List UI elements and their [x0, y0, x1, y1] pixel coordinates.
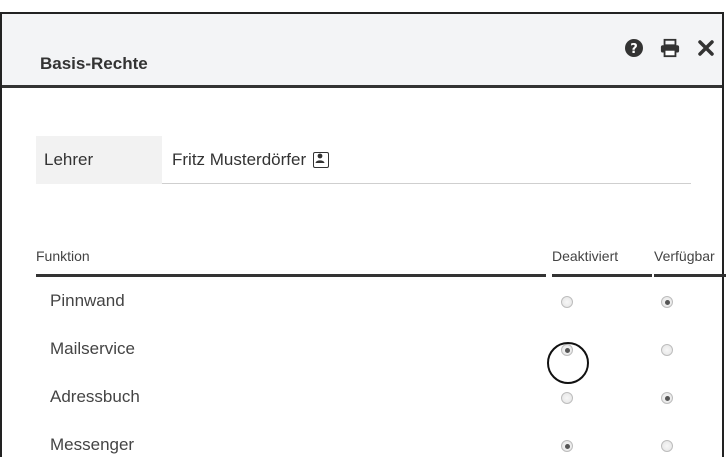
- teacher-row: Lehrer Fritz Musterdörfer: [36, 136, 691, 184]
- teacher-name: Fritz Musterdörfer: [172, 149, 307, 169]
- highlight-annotation-circle: [547, 342, 589, 384]
- header-available: Verfügbar: [654, 248, 726, 277]
- row-label-adressbuch: Adressbuch: [50, 387, 140, 406]
- close-icon[interactable]: [696, 38, 716, 58]
- teacher-label: Lehrer: [36, 136, 162, 184]
- table-row: Mailservice: [36, 325, 691, 373]
- print-icon[interactable]: [660, 38, 680, 58]
- teacher-value: Fritz Musterdörfer: [162, 136, 691, 184]
- rights-dialog: Basis-Rechte ? Lehrer Fritz Musterdörfer…: [0, 12, 726, 457]
- radio-adressbuch-deactivated[interactable]: [561, 392, 573, 404]
- row-label-pinnwand: Pinnwand: [50, 291, 125, 310]
- table-row: Messenger: [36, 421, 691, 469]
- row-label-mailservice: Mailservice: [50, 339, 136, 358]
- radio-mailservice-available[interactable]: [661, 344, 673, 356]
- rights-table-header: Funktion Deaktiviert Verfügbar: [36, 248, 726, 277]
- dialog-titlebar: Basis-Rechte ?: [2, 14, 722, 88]
- header-deactivated: Deaktiviert: [552, 248, 652, 277]
- radio-messenger-deactivated[interactable]: [561, 440, 573, 452]
- radio-adressbuch-available[interactable]: [661, 392, 673, 404]
- row-label-messenger: Messenger: [50, 435, 135, 454]
- dialog-title: Basis-Rechte: [40, 54, 148, 73]
- contact-card-icon[interactable]: [313, 151, 330, 168]
- table-row: Pinnwand: [36, 277, 691, 325]
- titlebar-actions: ?: [624, 38, 716, 58]
- help-icon[interactable]: ?: [624, 38, 644, 58]
- table-row: Adressbuch: [36, 373, 691, 421]
- radio-messenger-available[interactable]: [661, 440, 673, 452]
- radio-pinnwand-deactivated[interactable]: [561, 296, 573, 308]
- svg-text:?: ?: [630, 42, 638, 57]
- header-function: Funktion: [36, 248, 546, 277]
- radio-pinnwand-available[interactable]: [661, 296, 673, 308]
